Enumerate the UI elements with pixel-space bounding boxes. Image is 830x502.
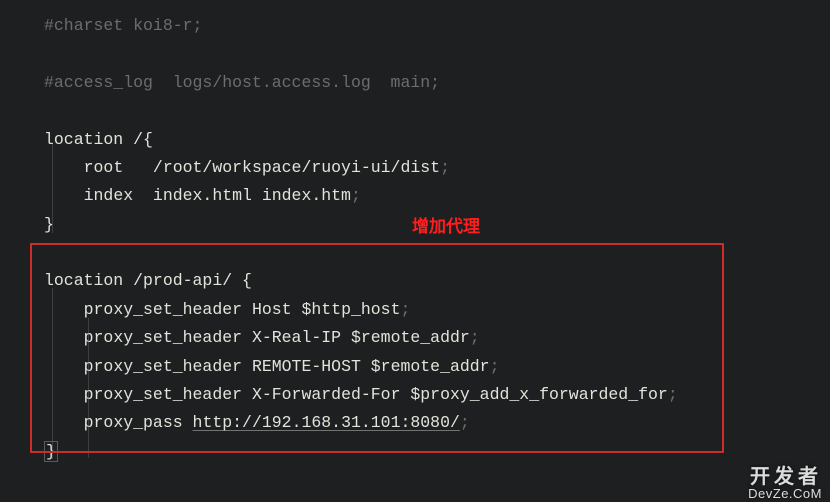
proxy-pass-url: http://192.168.31.101:8080/	[193, 413, 460, 432]
directive-proxy-pass: proxy_pass	[84, 413, 183, 432]
directive-proxy-set-header: proxy_set_header	[84, 357, 242, 376]
closing-brace-highlighted: }	[44, 441, 58, 462]
directive-root: root	[84, 158, 124, 177]
directive-location-2: location	[44, 271, 123, 290]
annotation-label: 增加代理	[412, 212, 480, 241]
directive-location: location	[44, 130, 123, 149]
watermark-bottom: DevZe.CoM	[748, 487, 822, 500]
directive-proxy-set-header: proxy_set_header	[84, 300, 242, 319]
watermark-top: 开发者	[748, 467, 822, 487]
watermark: 开发者 DevZe.CoM	[748, 467, 822, 500]
comment-charset: #charset koi8-r;	[44, 16, 202, 35]
indent-guide	[52, 143, 53, 233]
directive-index: index	[84, 186, 134, 205]
comment-access-log: #access_log logs/host.access.log main;	[44, 73, 440, 92]
indent-guide-inner	[88, 318, 89, 458]
directive-proxy-set-header: proxy_set_header	[84, 328, 242, 347]
directive-proxy-set-header: proxy_set_header	[84, 385, 242, 404]
indent-guide	[52, 288, 53, 459]
